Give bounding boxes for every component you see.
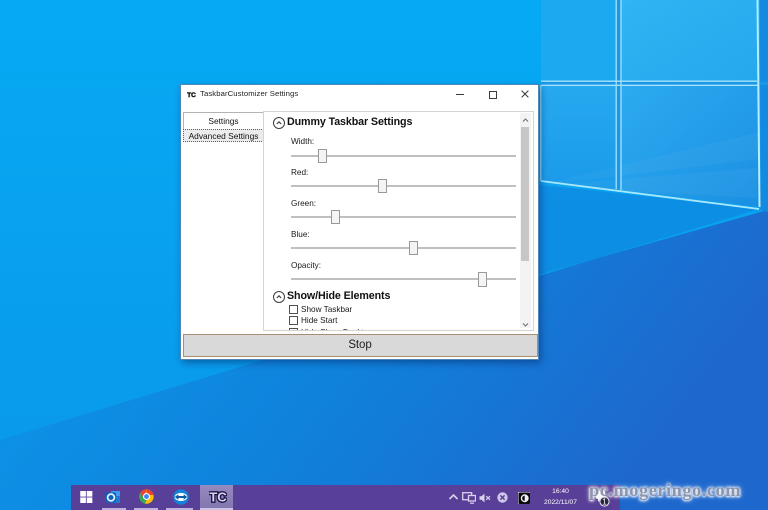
svg-text:TC: TC	[209, 490, 227, 505]
svg-text:TC: TC	[187, 92, 196, 99]
